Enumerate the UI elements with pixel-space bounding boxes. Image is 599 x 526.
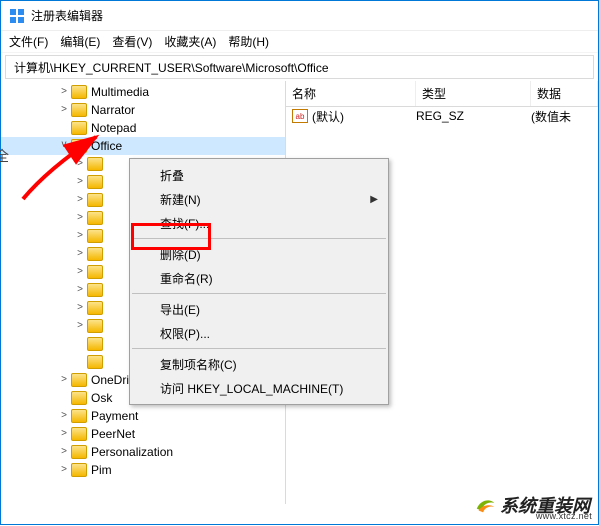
tree-label: Multimedia — [91, 83, 149, 101]
folder-icon — [87, 301, 103, 315]
tree-item-personalization[interactable]: > Personalization — [1, 443, 285, 461]
separator — [132, 293, 386, 294]
string-value-icon: ab — [292, 109, 308, 123]
tree-label: Osk — [91, 389, 112, 407]
submenu-arrow-icon: ▶ — [370, 194, 378, 205]
context-collapse[interactable]: 折叠 — [130, 163, 388, 187]
list-header: 名称 类型 数据 — [286, 81, 598, 107]
expander-icon[interactable]: > — [57, 407, 71, 425]
folder-icon — [71, 427, 87, 441]
menu-help[interactable]: 帮助(H) — [228, 33, 269, 50]
folder-icon — [87, 175, 103, 189]
folder-icon — [87, 157, 103, 171]
menu-favorites[interactable]: 收藏夹(A) — [164, 33, 216, 50]
expander-icon[interactable]: > — [73, 209, 87, 227]
expander-icon[interactable]: > — [73, 227, 87, 245]
window-title: 注册表编辑器 — [31, 7, 103, 24]
tree-label: Personalization — [91, 443, 173, 461]
tree-item-office[interactable]: v Office — [1, 137, 285, 155]
app-icon — [9, 8, 25, 24]
column-name[interactable]: 名称 — [286, 81, 416, 106]
titlebar: 注册表编辑器 — [1, 1, 598, 31]
folder-icon — [87, 265, 103, 279]
menu-edit[interactable]: 编辑(E) — [60, 33, 100, 50]
folder-icon — [71, 103, 87, 117]
column-type[interactable]: 类型 — [416, 81, 531, 106]
tree-label: Narrator — [91, 101, 135, 119]
expander-icon[interactable]: > — [73, 155, 87, 173]
context-menu: 折叠 新建(N)▶ 查找(F)... 删除(D) 重命名(R) 导出(E) 权限… — [129, 158, 389, 405]
separator — [132, 238, 386, 239]
folder-icon — [71, 373, 87, 387]
tree-label: Payment — [91, 407, 138, 425]
folder-icon — [87, 319, 103, 333]
menubar: 文件(F) 编辑(E) 查看(V) 收藏夹(A) 帮助(H) — [1, 31, 598, 53]
value-type: REG_SZ — [416, 109, 531, 123]
address-text: 计算机\HKEY_CURRENT_USER\Software\Microsoft… — [14, 59, 329, 76]
separator — [132, 348, 386, 349]
expander-icon[interactable]: > — [57, 425, 71, 443]
expander-icon[interactable]: > — [57, 443, 71, 461]
context-copy-keyname[interactable]: 复制项名称(C) — [130, 352, 388, 376]
folder-icon — [87, 283, 103, 297]
truncated-text: 全 — [0, 146, 7, 166]
folder-icon — [71, 139, 87, 153]
list-row[interactable]: ab (默认) REG_SZ (数值未 — [286, 107, 598, 125]
tree-label: Pim — [91, 461, 112, 479]
expander-icon[interactable]: > — [73, 317, 87, 335]
tree-item-pim[interactable]: > Pim — [1, 461, 285, 479]
expander-icon[interactable]: > — [73, 299, 87, 317]
folder-icon — [87, 211, 103, 225]
context-new[interactable]: 新建(N)▶ — [130, 187, 388, 211]
folder-icon — [71, 409, 87, 423]
folder-icon — [87, 247, 103, 261]
expander-icon[interactable]: > — [57, 101, 71, 119]
expander-icon[interactable]: > — [73, 281, 87, 299]
expander-icon[interactable]: > — [73, 245, 87, 263]
expander-icon[interactable]: > — [57, 461, 71, 479]
folder-icon — [87, 355, 103, 369]
folder-icon — [87, 229, 103, 243]
value-data: (数值未 — [531, 108, 598, 125]
folder-icon — [71, 445, 87, 459]
watermark: 系统重装网 www.xtcz.net — [470, 490, 594, 520]
expander-icon[interactable]: v — [57, 136, 71, 154]
value-name: (默认) — [312, 108, 416, 125]
folder-icon — [87, 193, 103, 207]
folder-icon — [71, 121, 87, 135]
tree-item-notepad[interactable]: Notepad — [1, 119, 285, 137]
tree-label: Office — [91, 137, 122, 155]
context-permissions[interactable]: 权限(P)... — [130, 321, 388, 345]
context-rename[interactable]: 重命名(R) — [130, 266, 388, 290]
tree-item-narrator[interactable]: > Narrator — [1, 101, 285, 119]
expander-icon[interactable]: > — [57, 371, 71, 389]
expander-icon[interactable]: > — [73, 263, 87, 281]
expander-icon[interactable]: > — [73, 191, 87, 209]
expander-icon[interactable]: > — [57, 83, 71, 101]
watermark-logo-icon — [474, 494, 496, 516]
context-delete[interactable]: 删除(D) — [130, 242, 388, 266]
folder-icon — [71, 85, 87, 99]
menu-file[interactable]: 文件(F) — [9, 33, 48, 50]
expander-icon[interactable]: > — [73, 173, 87, 191]
tree-item-peernet[interactable]: > PeerNet — [1, 425, 285, 443]
folder-icon — [71, 463, 87, 477]
menu-view[interactable]: 查看(V) — [112, 33, 152, 50]
context-goto-hklm[interactable]: 访问 HKEY_LOCAL_MACHINE(T) — [130, 376, 388, 400]
tree-label: Notepad — [91, 119, 136, 137]
address-bar[interactable]: 计算机\HKEY_CURRENT_USER\Software\Microsoft… — [5, 55, 594, 79]
folder-icon — [71, 391, 87, 405]
tree-item-multimedia[interactable]: > Multimedia — [1, 83, 285, 101]
context-export[interactable]: 导出(E) — [130, 297, 388, 321]
context-find[interactable]: 查找(F)... — [130, 211, 388, 235]
folder-icon — [87, 337, 103, 351]
tree-item-payment[interactable]: > Payment — [1, 407, 285, 425]
watermark-url: www.xtcz.net — [536, 511, 592, 521]
column-data[interactable]: 数据 — [531, 81, 598, 106]
tree-label: PeerNet — [91, 425, 135, 443]
